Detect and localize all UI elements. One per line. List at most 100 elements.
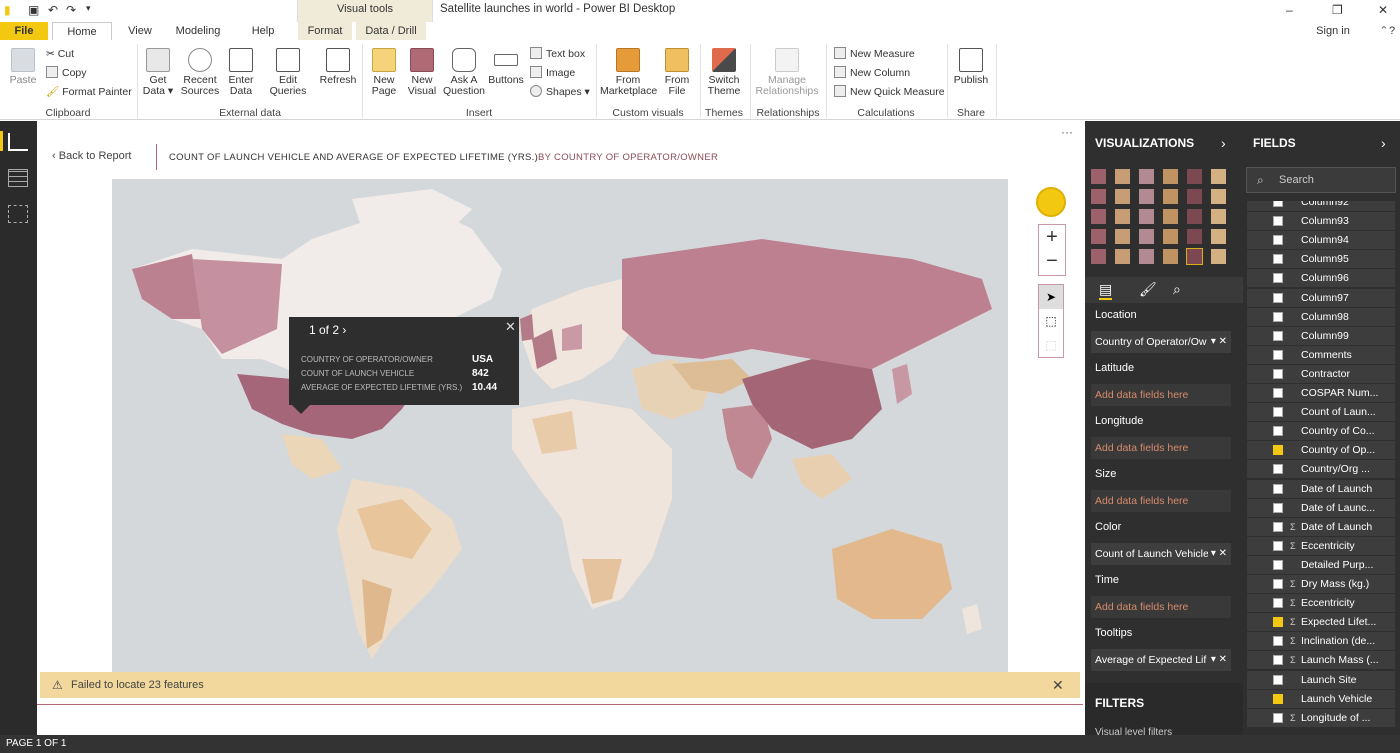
field-item[interactable]: Column99 [1247,326,1395,345]
field-item[interactable]: Country of Co... [1247,422,1395,441]
collapse-viz-pane-icon[interactable]: › [1221,135,1226,151]
sign-in-link[interactable]: Sign in [1310,22,1356,40]
field-item[interactable]: Contractor [1247,364,1395,383]
filled-field-well[interactable]: Country of Operator/Ow ▾ ✕ [1091,331,1231,353]
southeast-asia-region[interactable] [792,454,852,499]
australia-region[interactable] [832,529,952,619]
field-item[interactable]: Σ Eccentricity [1247,536,1395,555]
from-file-button[interactable]: From File [660,48,694,97]
fields-tab-icon[interactable]: ▤ [1099,281,1113,300]
help-icon[interactable]: ? [1384,22,1400,40]
field-checkbox[interactable] [1273,712,1283,723]
visual-type-icon[interactable] [1139,249,1154,264]
visual-type-icon[interactable] [1115,189,1130,204]
filled-field-well[interactable]: Count of Launch Vehicle ▾ ✕ [1091,543,1231,565]
tab-help[interactable]: Help [243,22,283,40]
field-checkbox[interactable] [1273,521,1283,532]
visual-type-icon[interactable] [1115,169,1130,184]
field-item[interactable]: Column95 [1247,250,1395,269]
field-item[interactable]: Σ Inclination (de... [1247,632,1395,651]
field-checkbox[interactable] [1273,273,1283,284]
maximize-button[interactable]: ❐ [1332,3,1343,17]
visual-type-icon[interactable] [1211,169,1226,184]
undo-icon[interactable]: ↶ [48,3,58,17]
mexico-region[interactable] [282,434,342,479]
collapse-fields-pane-icon[interactable]: › [1381,135,1386,151]
new-page-button[interactable]: New Page [366,48,402,97]
field-item[interactable]: Date of Launc... [1247,498,1395,517]
field-item[interactable]: Column93 [1247,212,1395,231]
japan-region[interactable] [892,364,912,404]
tab-format[interactable]: Format [298,22,352,40]
field-item[interactable]: Date of Launch [1247,479,1395,498]
alaska-region[interactable] [132,254,202,319]
field-checkbox[interactable] [1273,201,1283,207]
file-menu[interactable]: File [0,22,48,40]
refresh-button[interactable]: Refresh [318,48,358,86]
new-visual-button[interactable]: New Visual [404,48,440,97]
field-checkbox[interactable] [1273,540,1283,551]
field-checkbox[interactable] [1273,483,1283,494]
empty-field-well[interactable]: Add data fields here [1091,490,1231,512]
tooltip-close-icon[interactable]: ✕ [505,319,516,335]
switch-theme-button[interactable]: Switch Theme [704,48,744,97]
cut-button[interactable]: ✂ Cut [46,46,74,62]
field-item[interactable]: Column96 [1247,269,1395,288]
relationships-view-icon[interactable] [8,205,28,223]
new-column-button[interactable]: New Column [834,65,910,81]
visual-type-icon[interactable] [1163,229,1178,244]
field-checkbox[interactable] [1273,464,1283,475]
visual-type-icon[interactable] [1091,189,1106,204]
buttons-button[interactable]: Buttons [488,48,524,86]
tab-modeling[interactable]: Modeling [168,22,228,40]
field-checkbox[interactable] [1273,559,1283,570]
uk-region[interactable] [520,314,534,341]
tab-data-drill[interactable]: Data / Drill [356,22,426,40]
tooltip-pager[interactable]: 1 of 2 › [309,323,346,337]
field-item[interactable]: Comments [1247,345,1395,364]
visual-type-icon[interactable] [1211,249,1226,264]
field-item[interactable]: Country/Org ... [1247,460,1395,479]
field-checkbox[interactable] [1273,216,1283,227]
visual-type-icon[interactable] [1163,249,1178,264]
data-view-icon[interactable] [8,169,28,187]
field-item[interactable]: Σ Launch Mass (... [1247,651,1395,670]
visual-type-icon[interactable] [1115,229,1130,244]
field-item[interactable]: COSPAR Num... [1247,384,1395,402]
field-checkbox[interactable] [1273,254,1283,265]
field-item[interactable]: Σ Dry Mass (kg.) [1247,575,1395,593]
recent-sources-button[interactable]: Recent Sources [178,48,222,97]
publish-button[interactable]: Publish [952,48,990,86]
back-to-report-link[interactable]: ‹ Back to Report [52,150,132,162]
field-checkbox[interactable] [1273,368,1283,379]
redo-icon[interactable]: ↷ [66,3,76,17]
field-item[interactable]: Column94 [1247,231,1395,250]
field-checkbox[interactable] [1273,502,1283,513]
field-item[interactable]: Detailed Purp... [1247,555,1395,574]
image-button[interactable]: Image [530,65,575,81]
report-view-icon[interactable] [8,133,28,151]
zoom-in-button[interactable]: + [1039,225,1065,249]
russia-region[interactable] [622,239,992,369]
field-item[interactable]: Launch Vehicle [1247,689,1395,708]
field-checkbox[interactable] [1273,349,1283,360]
field-checkbox[interactable] [1273,426,1283,437]
tab-home[interactable]: Home [52,22,112,40]
close-window-button[interactable]: ✕ [1378,3,1388,17]
field-item[interactable]: Column92 [1247,201,1395,211]
visual-type-icon[interactable] [1163,209,1178,224]
zoom-out-button[interactable]: − [1039,249,1065,273]
remove-field-icon[interactable]: ▾ ✕ [1207,649,1227,671]
visual-type-icon[interactable] [1187,209,1202,224]
analytics-tab-icon[interactable]: ⌕ [1173,281,1181,298]
lasso-select-icon[interactable]: ⬚ [1039,333,1063,357]
minimize-button[interactable]: – [1286,3,1293,17]
visual-type-icon[interactable] [1091,229,1106,244]
remove-field-icon[interactable]: ▾ ✕ [1207,543,1227,565]
field-checkbox[interactable] [1273,388,1283,398]
visual-type-icon[interactable] [1139,209,1154,224]
field-item[interactable]: Column97 [1247,288,1395,307]
manage-relationships-button[interactable]: Manage Relationships [754,48,820,97]
tab-view[interactable]: View [120,22,160,40]
visual-type-icon[interactable] [1163,189,1178,204]
